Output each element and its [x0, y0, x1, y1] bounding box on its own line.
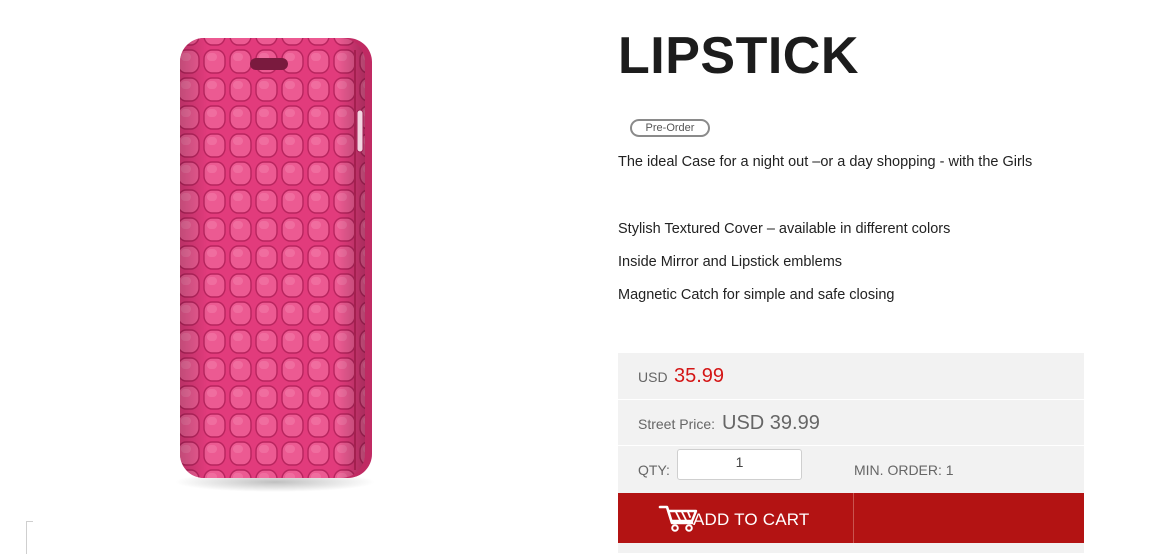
- currency-label: USD: [638, 369, 668, 385]
- product-description: The ideal Case for a night out –or a day…: [618, 154, 1033, 170]
- phone-case-image: [175, 38, 375, 492]
- price-row: USD 35.99: [618, 353, 1084, 400]
- feature-item: Magnetic Catch for simple and safe closi…: [618, 287, 895, 303]
- price-value: 35.99: [674, 365, 725, 387]
- add-to-cart-button[interactable]: ADD TO CART: [618, 493, 1084, 543]
- street-price-row: Street Price: USD 39.99: [618, 400, 1084, 446]
- street-price-value: USD 39.99: [722, 412, 820, 434]
- button-divider: [853, 493, 854, 543]
- add-to-cart-label: ADD TO CART: [693, 510, 810, 529]
- quantity-input[interactable]: [677, 449, 802, 480]
- corner-divider: [26, 521, 33, 554]
- feature-item: Stylish Textured Cover – available in di…: [618, 221, 951, 237]
- qty-label: QTY:: [638, 462, 670, 478]
- quantity-row: QTY: MIN. ORDER: 1: [618, 446, 1084, 492]
- product-image: [150, 20, 400, 510]
- street-price-label: Street Price:: [638, 416, 716, 432]
- product-title: LIPSTICK: [618, 27, 859, 85]
- price-panel: USD 35.99 Street Price: USD 39.99 QTY: M…: [618, 353, 1084, 553]
- feature-item: Inside Mirror and Lipstick emblems: [618, 254, 843, 270]
- pre-order-badge: Pre-Order: [630, 119, 710, 137]
- min-order-label: MIN. ORDER: 1: [854, 462, 954, 478]
- feature-list: Stylish Textured Cover – available in di…: [618, 220, 950, 319]
